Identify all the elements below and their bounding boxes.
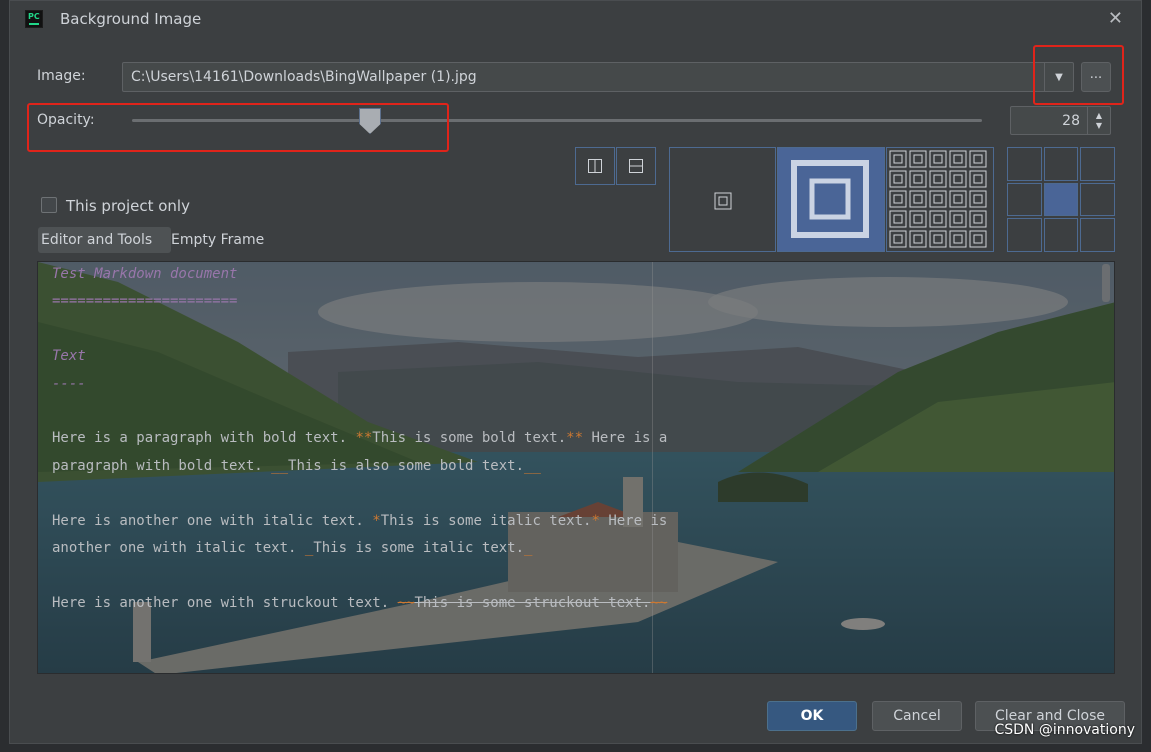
anchor-bottom-left[interactable] [1007,218,1042,252]
code-token: Here is a [583,430,668,447]
code-token: __ [524,457,541,474]
code-token: Here is [599,512,668,529]
image-path-combobox[interactable]: C:\Users\14161\Downloads\BingWallpaper (… [122,62,1074,92]
code-line: Text [52,348,86,365]
anchor-top-left[interactable] [1007,147,1042,181]
code-token: This is some italic text. [380,512,592,529]
ok-button[interactable]: OK [767,701,857,731]
code-token: Here is another one with struckout text. [52,594,398,611]
code-token: paragraph with bold text. [52,457,272,474]
anchor-middle-right[interactable] [1080,182,1115,217]
code-token: This is some struckout text. [414,594,651,611]
code-line: Here is a paragraph with bold text. **Th… [52,430,667,446]
anchor-top-center[interactable] [1043,147,1079,181]
opacity-spinner[interactable]: 28 ▲ ▼ [1010,106,1111,135]
fill-mode-tile[interactable] [886,147,994,252]
preview-pane: Test Markdown document ==================… [37,261,1115,674]
anchor-bottom-center[interactable] [1043,218,1079,252]
code-line: ====================== [52,293,238,310]
code-token: _ [524,540,533,556]
spinner-arrows-icon[interactable]: ▲ ▼ [1087,107,1110,134]
fill-mode-scale[interactable] [777,147,885,252]
flip-horizontal-icon [588,159,602,173]
vertical-scrollbar[interactable] [1102,264,1110,302]
annotation-highlight-browse [1033,45,1124,105]
title-bar: PC Background Image ✕ [10,1,1141,37]
code-token: __ [271,457,289,474]
background-image-dialog: PC Background Image ✕ Image: C:\Users\14… [9,0,1142,744]
flip-horizontal-button[interactable] [575,147,615,185]
code-line: another one with italic text. _This is s… [52,540,532,556]
code-token: another one with italic text. [52,540,305,556]
project-only-label: This project only [66,197,190,215]
plain-fill-icon [714,192,732,210]
code-line: ---- [52,375,86,392]
code-line: Here is another one with italic text. *T… [52,513,667,529]
code-token: * [591,512,600,529]
code-token: ~~ [397,594,415,611]
tile-fill-icon [889,150,987,248]
code-line: Here is another one with struckout text.… [52,595,667,611]
tab-empty-frame[interactable]: Empty Frame [168,227,267,253]
anchor-center[interactable] [1043,182,1079,217]
fill-mode-plain[interactable] [669,147,776,252]
code-token: * [372,512,381,529]
anchor-bottom-right[interactable] [1080,218,1115,252]
project-only-checkbox[interactable] [41,197,57,213]
code-token: This is some bold text. [372,430,567,447]
tab-editor-and-tools[interactable]: Editor and Tools [38,227,171,253]
anchor-grid [1007,147,1115,252]
anchor-top-right[interactable] [1080,147,1115,181]
code-token: Here is another one with italic text. [52,512,373,529]
scale-fill-icon [791,160,869,238]
dialog-title: Background Image [60,10,202,28]
code-line: Test Markdown document [52,266,238,282]
code-token: ~~ [650,594,668,611]
code-line: paragraph with bold text. __This is also… [52,458,541,474]
image-path-value: C:\Users\14161\Downloads\BingWallpaper (… [131,69,477,85]
code-token: ** [566,430,584,447]
anchor-middle-left[interactable] [1007,182,1042,217]
code-token: This is also some bold text. [288,457,525,474]
close-icon[interactable]: ✕ [1108,8,1123,29]
csdn-watermark: CSDN @innovationy [994,722,1135,738]
code-token: This is some italic text. [313,540,525,556]
pycharm-logo-icon: PC [25,10,43,28]
flip-vertical-icon [629,159,643,173]
cancel-button[interactable]: Cancel [872,701,962,731]
image-label: Image: [37,68,86,84]
code-token: ** [355,430,373,447]
right-margin-guide [652,262,653,673]
flip-vertical-button[interactable] [616,147,656,185]
code-token: Here is a paragraph with bold text. [52,430,356,447]
opacity-value: 28 [1062,113,1080,129]
annotation-highlight-opacity [27,103,449,152]
